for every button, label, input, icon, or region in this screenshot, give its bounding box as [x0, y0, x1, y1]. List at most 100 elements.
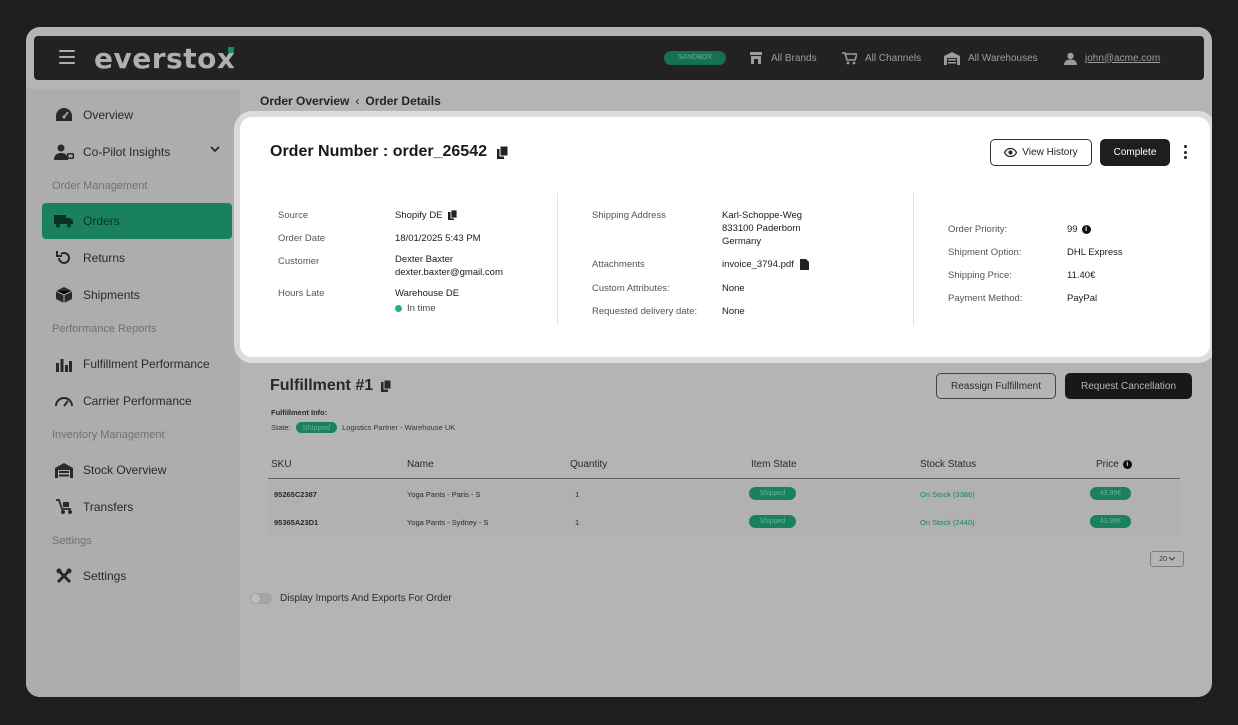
- source-value: Shopify DE: [395, 209, 458, 222]
- table-header-divider: [268, 478, 1180, 479]
- attachment-link[interactable]: invoice_3794.pdf: [722, 258, 810, 271]
- payment-method-value: PayPal: [1067, 293, 1098, 304]
- custom-attributes-value: None: [722, 283, 745, 294]
- page-size-select[interactable]: 20: [1150, 551, 1184, 567]
- order-number-label: Order Number :: [270, 143, 389, 160]
- warehouses-selector[interactable]: All Warehouses: [944, 49, 1038, 67]
- brands-selector[interactable]: All Brands: [749, 49, 817, 67]
- priority-value: 99 i: [1067, 223, 1091, 236]
- more-options-icon[interactable]: [1182, 145, 1188, 159]
- column-header-item-state[interactable]: Item State: [751, 459, 797, 470]
- user-menu[interactable]: john@acme.com: [1064, 49, 1160, 67]
- complete-button[interactable]: Complete: [1100, 139, 1170, 166]
- warehouses-label: All Warehouses: [968, 52, 1038, 64]
- divider: [913, 193, 914, 325]
- toggle-label: Display Imports And Exports For Order: [280, 593, 452, 604]
- column-header-price[interactable]: Price i: [1096, 459, 1132, 470]
- user-icon: [1064, 52, 1077, 65]
- sidebar-item-label: Transfers: [83, 500, 134, 514]
- logistics-partner: Logistics Partner - Warehouse UK: [342, 423, 456, 432]
- breadcrumb-current: Order Details: [365, 94, 441, 108]
- stock-status-link[interactable]: On Stock (2440): [920, 518, 975, 527]
- chevron-down-icon[interactable]: [210, 146, 220, 153]
- warehouse-value: Warehouse DE: [395, 288, 460, 299]
- table-row[interactable]: [268, 509, 1180, 535]
- request-cancellation-button[interactable]: Request Cancellation: [1065, 373, 1192, 399]
- payment-method-label: Payment Method:: [948, 293, 1023, 304]
- info-icon[interactable]: i: [1081, 224, 1091, 234]
- column-header-name[interactable]: Name: [407, 459, 434, 470]
- sidebar-item-settings[interactable]: Settings: [42, 558, 232, 594]
- sidebar: Overview Co-Pilot Insights Order Managem…: [26, 89, 240, 697]
- environment-badge: SANDBOX: [664, 51, 726, 65]
- view-history-button[interactable]: View History: [990, 139, 1092, 166]
- chevron-left-icon: ‹: [355, 94, 360, 108]
- address-line-3: Germany: [722, 236, 762, 247]
- priority-text: 99: [1067, 224, 1078, 235]
- sidebar-item-label: Shipments: [83, 288, 140, 302]
- source-text: Shopify DE: [395, 210, 443, 221]
- sidebar-item-shipments[interactable]: Shipments: [42, 277, 232, 313]
- fulfillment-panel: Fulfillment #1 Reassign Fulfillment Requ…: [250, 357, 1200, 581]
- sidebar-item-stock-overview[interactable]: Stock Overview: [42, 452, 232, 488]
- state-badge: Shipped: [295, 422, 338, 433]
- logo: everstox: [94, 42, 236, 75]
- column-header-quantity[interactable]: Quantity: [570, 459, 607, 470]
- requested-delivery-label: Requested delivery date:: [592, 306, 698, 317]
- speedometer-icon: [54, 391, 74, 411]
- logo-accent: [228, 47, 234, 53]
- source-label: Source: [278, 210, 309, 221]
- sidebar-item-overview[interactable]: Overview: [42, 97, 232, 133]
- customer-email: dexter.baxter@gmail.com: [395, 267, 503, 278]
- status-dot: [395, 304, 402, 312]
- sidebar-item-label: Stock Overview: [83, 463, 167, 477]
- sidebar-item-carrier-performance[interactable]: Carrier Performance: [42, 383, 232, 419]
- breadcrumb: Order Overview ‹ Order Details: [260, 94, 441, 108]
- table-row[interactable]: [268, 481, 1180, 507]
- address-line-2: 833100 Paderborn: [722, 223, 801, 234]
- page-size-value: 20: [1159, 555, 1167, 563]
- sidebar-item-copilot-insights[interactable]: Co-Pilot Insights: [42, 134, 232, 170]
- price-badge: 43.99€: [1090, 515, 1131, 528]
- item-state-badge: Shipped: [749, 515, 796, 528]
- breadcrumb-parent[interactable]: Order Overview: [260, 94, 349, 108]
- channels-selector[interactable]: All Channels: [842, 49, 921, 67]
- store-icon: [750, 52, 762, 64]
- menu-icon[interactable]: [59, 50, 75, 64]
- user-email: john@acme.com: [1085, 52, 1161, 64]
- truck-icon: [54, 211, 74, 231]
- imports-exports-toggle-row: Display Imports And Exports For Order: [250, 593, 452, 604]
- quantity-cell: 1: [575, 518, 580, 527]
- sku-cell: 95265C2387: [274, 490, 317, 499]
- sidebar-item-fulfillment-performance[interactable]: Fulfillment Performance: [42, 346, 232, 382]
- warehouse-icon: [944, 51, 960, 65]
- column-header-sku[interactable]: SKU: [271, 459, 292, 470]
- shipment-option-value: DHL Express: [1067, 247, 1123, 258]
- reassign-fulfillment-button[interactable]: Reassign Fulfillment: [936, 373, 1056, 399]
- sidebar-item-transfers[interactable]: Transfers: [42, 489, 232, 525]
- warehouse-icon: [54, 460, 74, 480]
- sidebar-item-label: Carrier Performance: [83, 394, 192, 408]
- view-history-label: View History: [1022, 147, 1078, 158]
- section-order-management: Order Management: [52, 180, 148, 192]
- sidebar-item-label: Fulfillment Performance: [83, 357, 210, 371]
- sidebar-item-label: Co-Pilot Insights: [83, 145, 171, 159]
- sidebar-item-label: Overview: [83, 108, 134, 122]
- tools-icon: [54, 566, 74, 586]
- file-icon: [800, 258, 810, 270]
- sidebar-item-returns[interactable]: Returns: [42, 240, 232, 276]
- box-icon: [54, 285, 74, 305]
- imports-exports-toggle[interactable]: [250, 593, 272, 604]
- item-state-badge: Shipped: [749, 487, 796, 500]
- stock-status-link[interactable]: On Stock (3386): [920, 490, 975, 499]
- shipping-price-value: 11.40€: [1067, 270, 1096, 281]
- column-header-stock-status[interactable]: Stock Status: [920, 459, 976, 470]
- copy-icon[interactable]: [497, 145, 508, 159]
- info-icon[interactable]: i: [1122, 459, 1132, 469]
- copy-icon[interactable]: [448, 210, 458, 221]
- shipment-option-label: Shipment Option:: [948, 247, 1022, 258]
- copy-icon[interactable]: [381, 380, 392, 392]
- address-line-1: Karl-Schoppe-Weg: [722, 210, 803, 221]
- sidebar-item-orders[interactable]: Orders: [42, 203, 232, 239]
- quantity-cell: 1: [575, 490, 580, 499]
